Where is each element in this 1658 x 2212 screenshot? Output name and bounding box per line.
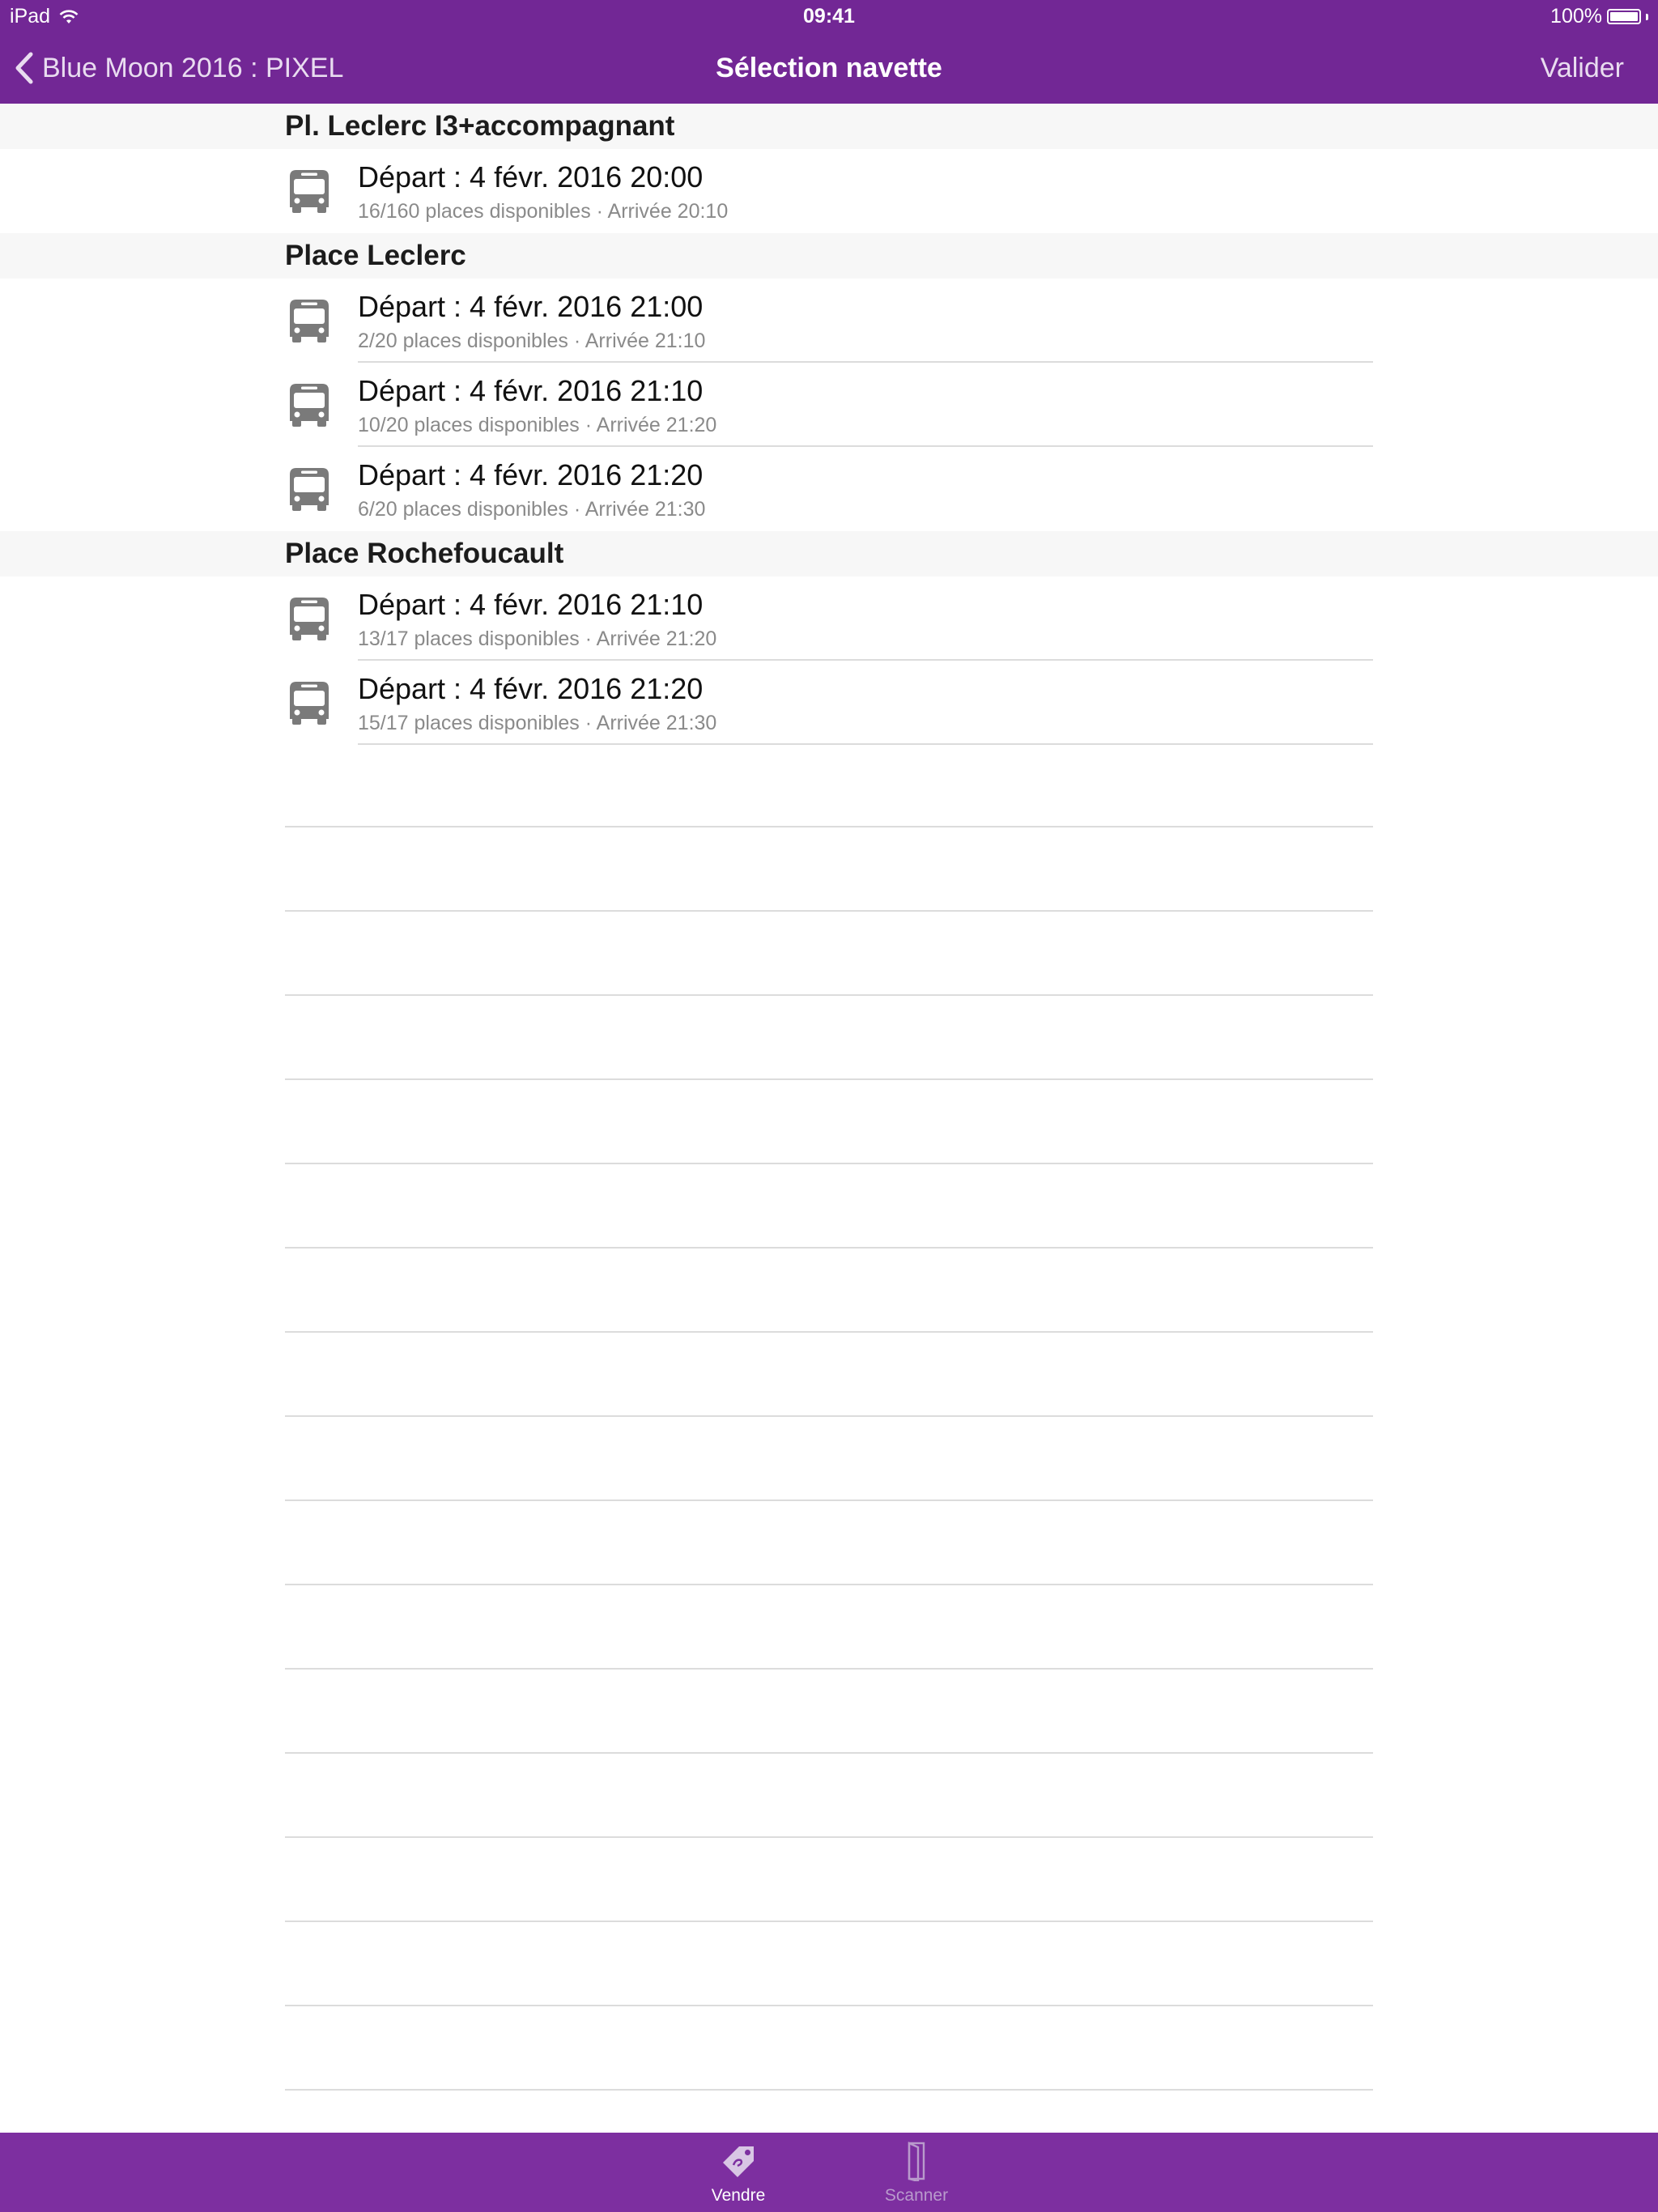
empty-row-separator [285,1754,1373,1838]
validate-button[interactable]: Valider [1541,47,1624,89]
departure-label: Départ : 4 févr. 2016 20:00 [358,160,704,194]
shuttle-row[interactable]: Départ : 4 févr. 2016 21:20 6/20 places … [0,447,1658,531]
departure-label: Départ : 4 févr. 2016 21:20 [358,458,704,491]
section-title: Place Rochefoucault [285,538,564,569]
page-title: Sélection navette [716,53,942,83]
empty-row-separator [285,996,1373,1080]
battery-icon [1607,9,1641,24]
empty-row-separator [285,1164,1373,1249]
empty-row-separator [285,1585,1373,1670]
tab-scanner[interactable]: Scanner [835,2133,997,2212]
empty-table-area [285,743,1373,2091]
battery-percent: 100% [1550,5,1602,28]
section-header: Pl. Leclerc I3+accompagnant [0,104,1658,149]
departure-label: Départ : 4 févr. 2016 21:10 [358,374,704,407]
departure-label: Départ : 4 févr. 2016 21:10 [358,588,704,621]
empty-row-separator [285,743,1373,827]
shuttle-list: Pl. Leclerc I3+accompagnant Départ : 4 f… [0,104,1658,745]
empty-row-separator [285,1080,1373,1164]
status-battery: 100% [1550,5,1648,28]
bus-icon [290,300,329,342]
empty-row-separator [285,1501,1373,1585]
navigation-bar: iPad 09:41 100% Blue Moon 2016 : PIXEL S… [0,0,1658,104]
empty-row-separator [285,827,1373,912]
door-icon [908,2142,925,2181]
tab-bar: Vendre Scanner [0,2133,1658,2212]
shuttle-row[interactable]: Départ : 4 févr. 2016 21:10 10/20 places… [0,363,1658,447]
shuttle-row[interactable]: Départ : 4 févr. 2016 21:10 13/17 places… [0,576,1658,661]
empty-row-separator [285,2006,1373,2091]
empty-row-separator [285,1922,1373,2006]
section-header: Place Leclerc [0,233,1658,279]
shuttle-row[interactable]: Départ : 4 févr. 2016 20:00 16/160 place… [0,149,1658,233]
section-title: Pl. Leclerc I3+accompagnant [285,110,675,142]
tab-vendre[interactable]: Vendre [657,2133,819,2212]
empty-row-separator [285,1417,1373,1501]
availability-label: 2/20 places disponibles · Arrivée 21:10 [358,330,706,352]
shuttle-row[interactable]: Départ : 4 févr. 2016 21:00 2/20 places … [0,279,1658,363]
status-time: 09:41 [803,5,855,28]
availability-label: 16/160 places disponibles · Arrivée 20:1… [358,200,729,223]
departure-label: Départ : 4 févr. 2016 21:20 [358,672,704,705]
availability-label: 10/20 places disponibles · Arrivée 21:20 [358,414,717,436]
tag-icon [723,2146,754,2177]
section-title: Place Leclerc [285,240,466,271]
departure-label: Départ : 4 févr. 2016 21:00 [358,290,704,323]
bus-icon [290,384,329,427]
tab-label: Scanner [884,2186,949,2205]
empty-row-separator [285,1249,1373,1333]
section-header: Place Rochefoucault [0,531,1658,576]
bus-icon [290,598,329,640]
tab-label: Vendre [711,2186,766,2205]
availability-label: 6/20 places disponibles · Arrivée 21:30 [358,498,706,521]
bus-icon [290,468,329,511]
bus-icon [290,170,329,213]
availability-label: 15/17 places disponibles · Arrivée 21:30 [358,712,717,734]
shuttle-row[interactable]: Départ : 4 févr. 2016 21:20 15/17 places… [0,661,1658,745]
empty-row-separator [285,1838,1373,1922]
bus-icon [290,682,329,725]
empty-row-separator [285,1670,1373,1754]
empty-row-separator [285,912,1373,996]
empty-row-separator [285,1333,1373,1417]
availability-label: 13/17 places disponibles · Arrivée 21:20 [358,627,717,650]
